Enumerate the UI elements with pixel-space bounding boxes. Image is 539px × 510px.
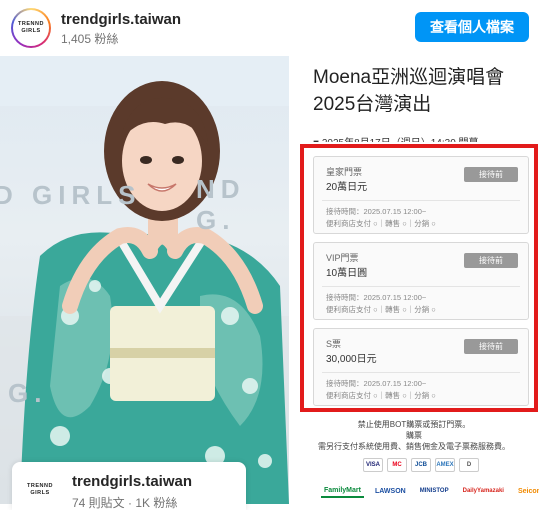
profile-card-logo-line1: TRENND (27, 483, 53, 489)
seicomart-logo: Seicomart (517, 487, 539, 495)
mastercard-icon: MC (387, 458, 407, 472)
post-header: TRENND GIRLS trendgirls.taiwan 1,405 粉絲 … (0, 0, 539, 56)
daily-yamazaki-logo: DailyYamazaki (462, 488, 504, 494)
profile-username[interactable]: trendgirls.taiwan (61, 11, 181, 28)
concert-title: Moena亞洲巡迴演唱會 2025台灣演出 (313, 64, 533, 118)
convenience-stores: FamilyMart LAWSON MINISTOP DailyYamazaki… (321, 484, 539, 498)
avatar-logo-line1: TRENND (18, 21, 44, 27)
profile-card-logo-line2: GIRLS (30, 490, 50, 496)
backdrop-text-3: G. (8, 378, 48, 408)
lawson-logo: LAWSON (374, 487, 406, 495)
diners-icon: D (459, 458, 479, 472)
amex-icon: AMEX (435, 458, 455, 472)
backdrop-text-2: ND G. (196, 174, 246, 235)
familymart-logo: FamilyMart (321, 484, 364, 498)
follower-count: 1,405 粉絲 (61, 32, 119, 46)
jcb-icon: JCB (411, 458, 431, 472)
concert-date: ■ 2025年8月17日（週日）14:30 開幕 (313, 134, 533, 142)
profile-card-username[interactable]: trendgirls.taiwan (72, 473, 192, 490)
fee-notice: 需另行支付系統使用費、銷售佣金及電子票務服務費。 (318, 442, 510, 451)
bot-warning: 禁止使用BOT購票或預訂門票。 (357, 420, 471, 429)
ministop-logo: MINISTOP (419, 488, 449, 494)
profile-preview-card[interactable]: TRENND GIRLS trendgirls.taiwan 74 則貼文 · … (12, 462, 246, 510)
view-profile-button[interactable]: 查看個人檔案 (415, 12, 529, 42)
profile-avatar[interactable]: TRENND GIRLS (11, 8, 51, 48)
backdrop-text-1: D GIRLS (0, 180, 142, 210)
ticket-highlight-box (300, 144, 538, 412)
profile-card-stats: 74 則貼文 · 1K 粉絲 (72, 496, 178, 510)
payment-methods: VISA MC JCB AMEX D (363, 458, 479, 472)
visa-icon: VISA (363, 458, 383, 472)
profile-card-logo: TRENND GIRLS (22, 472, 58, 508)
avatar-logo-line2: GIRLS (21, 28, 41, 34)
purchase-heading: 購票 (406, 431, 422, 440)
concert-title-line2: 2025台灣演出 (313, 94, 432, 115)
concert-title-line1: Moena亞洲巡迴演唱會 (313, 67, 505, 88)
woman-in-kimono-illustration (0, 56, 289, 504)
avatar-logo: TRENND GIRLS (13, 10, 49, 46)
post-image-photo: D GIRLS ND G. G. (0, 56, 289, 504)
